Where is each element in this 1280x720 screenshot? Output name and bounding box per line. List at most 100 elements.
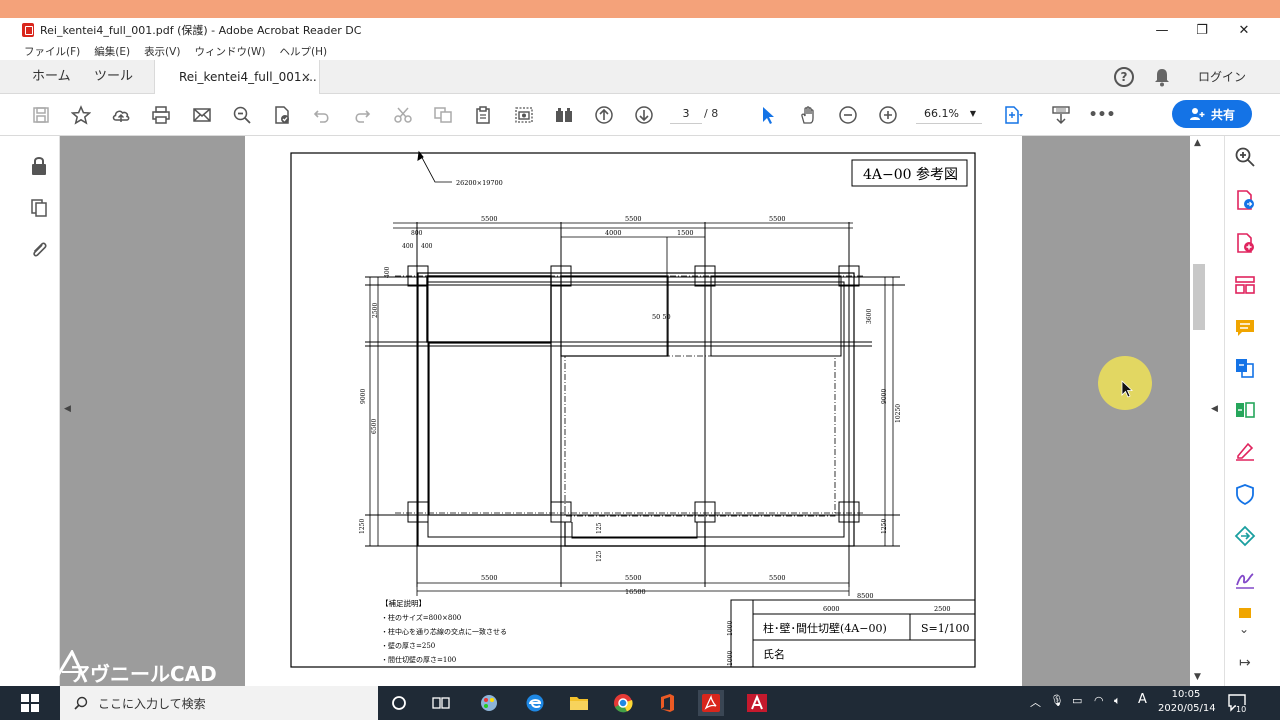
organize-pages-icon[interactable] — [1234, 274, 1256, 296]
page-down-icon[interactable] — [633, 104, 655, 126]
wifi-icon[interactable]: ◠ — [1094, 694, 1104, 707]
help-icon[interactable]: ? — [1114, 67, 1134, 87]
drawing-title: 4A−00 参考図 — [863, 166, 958, 183]
attachment-icon[interactable] — [30, 240, 48, 260]
more-tool-icon[interactable] — [1234, 606, 1256, 618]
add-person-icon — [1189, 108, 1205, 120]
autocad-icon[interactable] — [744, 690, 770, 716]
file-explorer-icon[interactable] — [566, 690, 592, 716]
taskbar-clock[interactable]: 10:05 2020/05/14 — [1158, 688, 1216, 716]
notes-heading: 【補足説明】 — [381, 598, 426, 608]
menu-window[interactable]: ウィンドウ(W) — [194, 44, 265, 59]
battery-icon[interactable]: ▭ — [1072, 694, 1082, 707]
scroll-down-icon[interactable]: ▼ — [1194, 672, 1201, 682]
right-collapse-strip: ◀ — [1208, 136, 1224, 686]
menu-edit[interactable]: 編集(E) — [94, 44, 130, 59]
tab-document[interactable]: Rei_kentei4_full_001.... × — [154, 60, 320, 95]
dim-bottom-1: 5500 — [481, 574, 498, 582]
send-for-review-icon[interactable] — [1234, 525, 1256, 547]
start-button[interactable] — [0, 686, 60, 720]
menu-help[interactable]: ヘルプ(H) — [280, 44, 328, 59]
zoom-select[interactable]: 66.1% ▼ — [916, 104, 982, 124]
close-window-button[interactable]: ✕ — [1222, 18, 1266, 42]
maximize-button[interactable]: ❐ — [1180, 18, 1224, 42]
star-icon[interactable] — [70, 104, 92, 126]
chrome-icon[interactable] — [610, 690, 636, 716]
pages-icon[interactable] — [30, 198, 48, 218]
cut-icon[interactable] — [392, 104, 414, 126]
microphone-icon[interactable]: 🎙︎ — [1050, 694, 1064, 707]
scroll-up-icon[interactable]: ▲ — [1194, 138, 1201, 148]
office-icon[interactable] — [654, 690, 680, 716]
lock-icon[interactable] — [30, 156, 48, 176]
request-signature-icon[interactable] — [1234, 568, 1256, 590]
hand-tool-icon[interactable] — [797, 104, 819, 126]
paint-app-icon[interactable] — [476, 690, 502, 716]
cortana-icon[interactable] — [386, 690, 412, 716]
more-tools-icon[interactable]: ••• — [1089, 104, 1116, 126]
export-pdf-icon[interactable] — [1234, 189, 1256, 211]
volume-icon[interactable]: 🔈︎ — [1114, 694, 1121, 708]
tab-home[interactable]: ホーム — [32, 60, 71, 94]
taskbar-search[interactable]: ここに入力して検索 — [60, 686, 378, 720]
scroll-mode-icon[interactable] — [1050, 104, 1072, 126]
select-cursor-icon[interactable] — [757, 104, 779, 126]
tab-tools[interactable]: ツール — [94, 60, 133, 94]
read-mode-icon[interactable] — [553, 104, 575, 126]
clipboard-icon[interactable] — [472, 104, 494, 126]
dim-top-1: 5500 — [481, 215, 498, 223]
collapse-right-icon[interactable]: ◀ — [1211, 404, 1218, 414]
snapshot-icon[interactable] — [513, 104, 535, 126]
redo-icon[interactable] — [351, 104, 373, 126]
clock-time: 10:05 — [1171, 689, 1201, 700]
bell-icon[interactable] — [1153, 67, 1171, 87]
minimize-button[interactable]: — — [1140, 18, 1184, 42]
protect-shield-icon[interactable] — [1234, 483, 1256, 505]
zoom-tool-icon[interactable] — [1234, 146, 1256, 168]
cloud-upload-icon[interactable] — [110, 104, 132, 126]
login-link[interactable]: ログイン — [1198, 68, 1246, 85]
collapse-panel-icon[interactable]: ↦ — [1239, 655, 1251, 671]
expand-tools-icon[interactable]: ⌄ — [1239, 622, 1249, 636]
menu-view[interactable]: 表示(V) — [144, 44, 180, 59]
note-1: ・柱のサイズ=800×800 — [381, 613, 461, 622]
share-label: 共有 — [1210, 107, 1235, 122]
task-view-icon[interactable] — [428, 690, 454, 716]
note-2: ・柱中心を通り芯線の交点に一致させる — [381, 627, 507, 636]
zoom-search-icon[interactable] — [231, 104, 253, 126]
dim-8500: 8500 — [857, 592, 874, 600]
scroll-thumb[interactable] — [1193, 264, 1205, 330]
menu-file[interactable]: ファイル(F) — [24, 44, 80, 59]
main-toolbar: ••• — [0, 94, 1280, 136]
print-icon[interactable] — [150, 104, 172, 126]
collapse-left-icon[interactable]: ◀ — [64, 404, 71, 414]
page-number-input[interactable]: 3 — [670, 104, 702, 124]
sign-document-icon[interactable] — [271, 104, 293, 126]
chevron-down-icon: ▼ — [969, 109, 976, 118]
ime-indicator[interactable]: A — [1138, 692, 1147, 707]
create-pdf-icon[interactable] — [1234, 232, 1256, 254]
undo-icon[interactable] — [311, 104, 333, 126]
mail-icon[interactable] — [191, 104, 213, 126]
fill-sign-icon[interactable] — [1234, 440, 1256, 462]
tab-bar: ホーム ツール Rei_kentei4_full_001.... × — [0, 60, 1280, 95]
copy-icon[interactable] — [432, 104, 454, 126]
tray-expand-icon[interactable]: ︿ — [1030, 694, 1041, 710]
save-icon[interactable] — [30, 104, 52, 126]
convert-icon[interactable] — [1234, 357, 1256, 379]
dim-bottom-3: 5500 — [769, 574, 786, 582]
edit-pdf-icon[interactable] — [1234, 399, 1256, 421]
zoom-in-icon[interactable] — [877, 104, 899, 126]
zoom-out-icon[interactable] — [837, 104, 859, 126]
fit-page-icon[interactable] — [1002, 104, 1024, 126]
page-up-icon[interactable] — [593, 104, 615, 126]
zoom-value: 66.1% — [924, 107, 959, 120]
share-button[interactable]: 共有 — [1172, 100, 1252, 128]
watermark-text: アヴニールCAD — [70, 662, 217, 686]
comment-icon[interactable] — [1234, 317, 1256, 339]
tab-close-icon[interactable]: × — [301, 60, 311, 94]
dim-right-4: 1250 — [881, 519, 888, 534]
edge-browser-icon[interactable] — [522, 690, 548, 716]
vertical-scrollbar[interactable]: ▲ ▼ — [1190, 136, 1208, 686]
acrobat-taskbar-icon[interactable] — [698, 690, 724, 716]
